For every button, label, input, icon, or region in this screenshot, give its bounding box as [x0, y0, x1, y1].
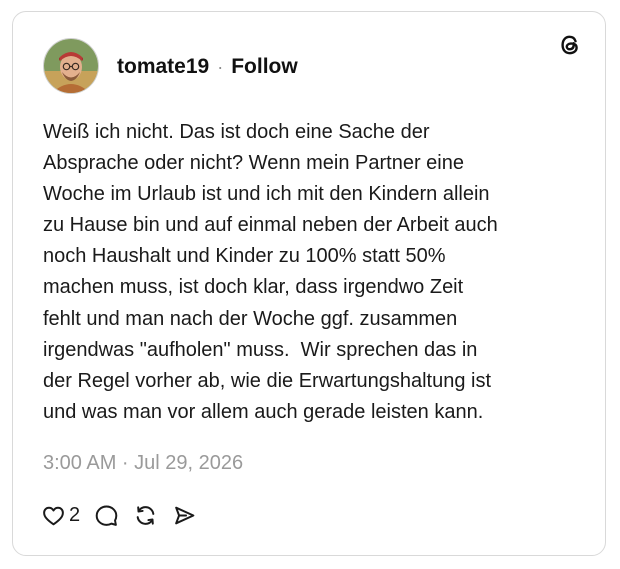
avatar[interactable]: [43, 38, 99, 94]
like-count: 2: [69, 504, 81, 526]
threads-logo-icon[interactable]: [557, 32, 583, 58]
like-button[interactable]: 2: [41, 503, 80, 528]
comment-bubble-icon: [94, 503, 119, 528]
send-icon: [172, 503, 197, 528]
repost-arrows-icon: [133, 503, 158, 528]
avatar-image: [44, 39, 98, 93]
post-card: tomate19 · Follow Weiß ich nicht. Das is…: [12, 11, 606, 556]
post-header: tomate19 · Follow: [117, 55, 298, 79]
reply-button[interactable]: [94, 503, 119, 528]
follow-button[interactable]: Follow: [231, 55, 298, 79]
share-button[interactable]: [172, 503, 197, 528]
post-body: Weiß ich nicht. Das ist doch eine Sache …: [43, 121, 498, 423]
post-timestamp[interactable]: 3:00 AM · Jul 29, 2026: [43, 452, 243, 475]
repost-button[interactable]: [133, 503, 158, 528]
header-separator: ·: [217, 56, 224, 77]
heart-icon: [41, 503, 66, 528]
action-bar: 2: [41, 503, 211, 528]
username-link[interactable]: tomate19: [117, 55, 209, 79]
